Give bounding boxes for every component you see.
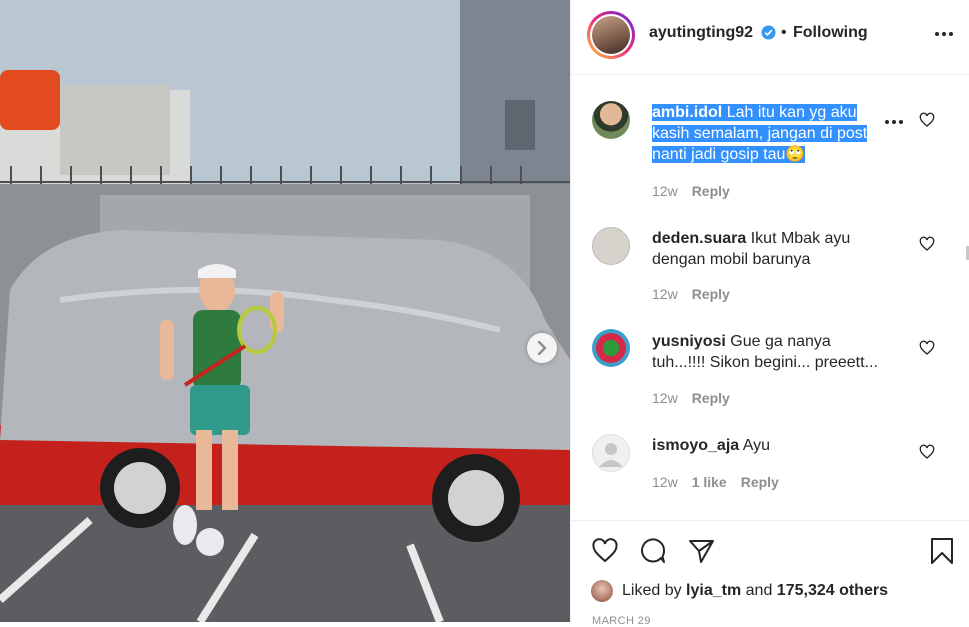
- liker-username[interactable]: lyia_tm: [686, 582, 741, 600]
- commenter-avatar[interactable]: [592, 101, 630, 139]
- post-image: [0, 0, 570, 622]
- comment-item: deden.suara Ikut Mbak ayu dengan mobil b…: [571, 210, 969, 310]
- comment-item: yusniyosi Gue ga nanya tuh...!!!! Sikon …: [571, 315, 969, 415]
- bookmark-icon[interactable]: [928, 537, 956, 565]
- comment-username[interactable]: ismoyo_aja: [652, 437, 739, 454]
- reply-button[interactable]: Reply: [692, 183, 730, 199]
- author-username[interactable]: ayutingting92: [649, 24, 753, 42]
- more-horizontal-icon: [885, 120, 889, 124]
- comment-text-block: deden.suara Ikut Mbak ayu dengan mobil b…: [652, 228, 884, 270]
- comment-time: 12w: [652, 474, 678, 490]
- chevron-right-icon: [537, 341, 547, 355]
- paper-plane-icon[interactable]: [687, 537, 715, 565]
- comment-like-heart-icon[interactable]: [919, 444, 935, 460]
- comment-username[interactable]: deden.suara: [652, 230, 746, 247]
- comment-meta: 12w Reply: [652, 286, 744, 302]
- reply-button[interactable]: Reply: [692, 286, 730, 302]
- commenter-avatar[interactable]: [592, 227, 630, 265]
- post-header: ayutingting92 • Following: [571, 0, 969, 75]
- verified-badge-icon: [761, 25, 776, 40]
- post-date[interactable]: MARCH 29: [592, 615, 651, 627]
- likes-summary: Liked by lyia_tm and 175,324 others: [591, 579, 888, 603]
- comment-item: ismoyo_aja Ayu 12w 1 like Reply: [571, 420, 969, 510]
- comment-text-block: yusniyosi Gue ga nanya tuh...!!!! Sikon …: [652, 331, 884, 373]
- comment-username[interactable]: ambi.idol: [652, 104, 723, 121]
- next-photo-button[interactable]: [527, 333, 557, 363]
- post-photo: [0, 0, 570, 622]
- reply-button[interactable]: Reply: [692, 390, 730, 406]
- post-sidebar: ayutingting92 • Following ambi.idol Lah …: [570, 0, 969, 627]
- heart-icon[interactable]: [591, 537, 619, 565]
- comment-meta: 12w Reply: [652, 390, 744, 406]
- comment-text-block: ambi.idol Lah itu kan yg aku kasih semal…: [652, 102, 884, 165]
- header-separator: •: [781, 24, 787, 41]
- reply-button[interactable]: Reply: [741, 474, 779, 490]
- default-avatar-icon: [599, 443, 623, 467]
- comment-username[interactable]: yusniyosi: [652, 333, 726, 350]
- comment-item: ambi.idol Lah itu kan yg aku kasih semal…: [571, 75, 969, 199]
- comment-meta: 12w 1 like Reply: [652, 474, 793, 490]
- comment-time: 12w: [652, 286, 678, 302]
- comment-time: 12w: [652, 183, 678, 199]
- comment-bubble-icon[interactable]: [639, 537, 667, 565]
- commenter-avatar[interactable]: [592, 434, 630, 472]
- comment-text-block: ismoyo_aja Ayu: [652, 435, 884, 456]
- comment-meta: 12w Reply: [652, 183, 744, 199]
- comments-list[interactable]: ambi.idol Lah itu kan yg aku kasih semal…: [571, 75, 969, 520]
- comment-body: Ayu: [742, 437, 770, 454]
- comment-time: 12w: [652, 390, 678, 406]
- comment-like-heart-icon[interactable]: [919, 236, 935, 252]
- following-button[interactable]: Following: [793, 24, 868, 42]
- post-actions: Liked by lyia_tm and 175,324 others MARC…: [571, 520, 969, 627]
- comment-like-heart-icon[interactable]: [919, 340, 935, 356]
- likes-and: and: [745, 582, 773, 599]
- comment-like-heart-icon[interactable]: [919, 112, 935, 128]
- liker-avatar[interactable]: [591, 580, 613, 602]
- comment-options-button[interactable]: [885, 120, 903, 124]
- commenter-avatar[interactable]: [592, 329, 630, 367]
- likes-prefix: Liked by: [622, 582, 682, 599]
- comment-likes-count[interactable]: 1 like: [692, 474, 727, 490]
- likes-count[interactable]: 175,324 others: [777, 582, 888, 600]
- author-avatar[interactable]: [587, 11, 635, 59]
- more-horizontal-icon: [935, 32, 939, 36]
- more-options-button[interactable]: [932, 24, 956, 44]
